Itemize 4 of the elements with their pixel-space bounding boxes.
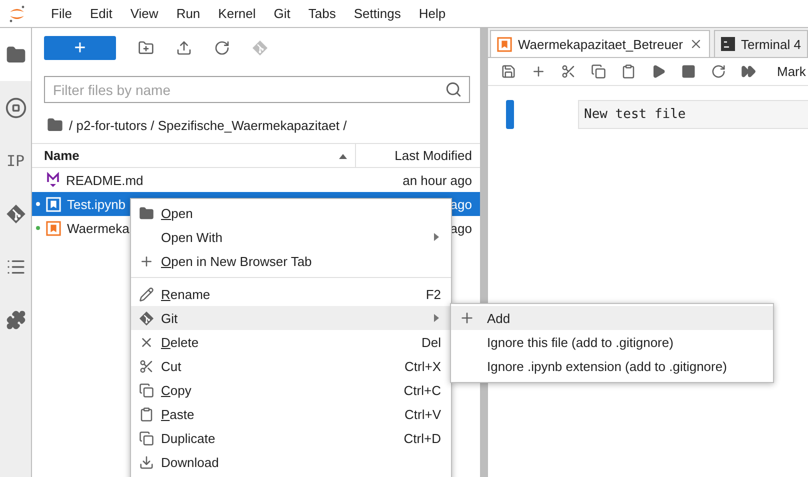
modified-time: an hour ago <box>402 172 472 188</box>
file-name: Waermeka <box>67 220 130 236</box>
file-name: Test.ipynb <box>67 196 127 212</box>
file-name: README.md <box>66 172 144 188</box>
